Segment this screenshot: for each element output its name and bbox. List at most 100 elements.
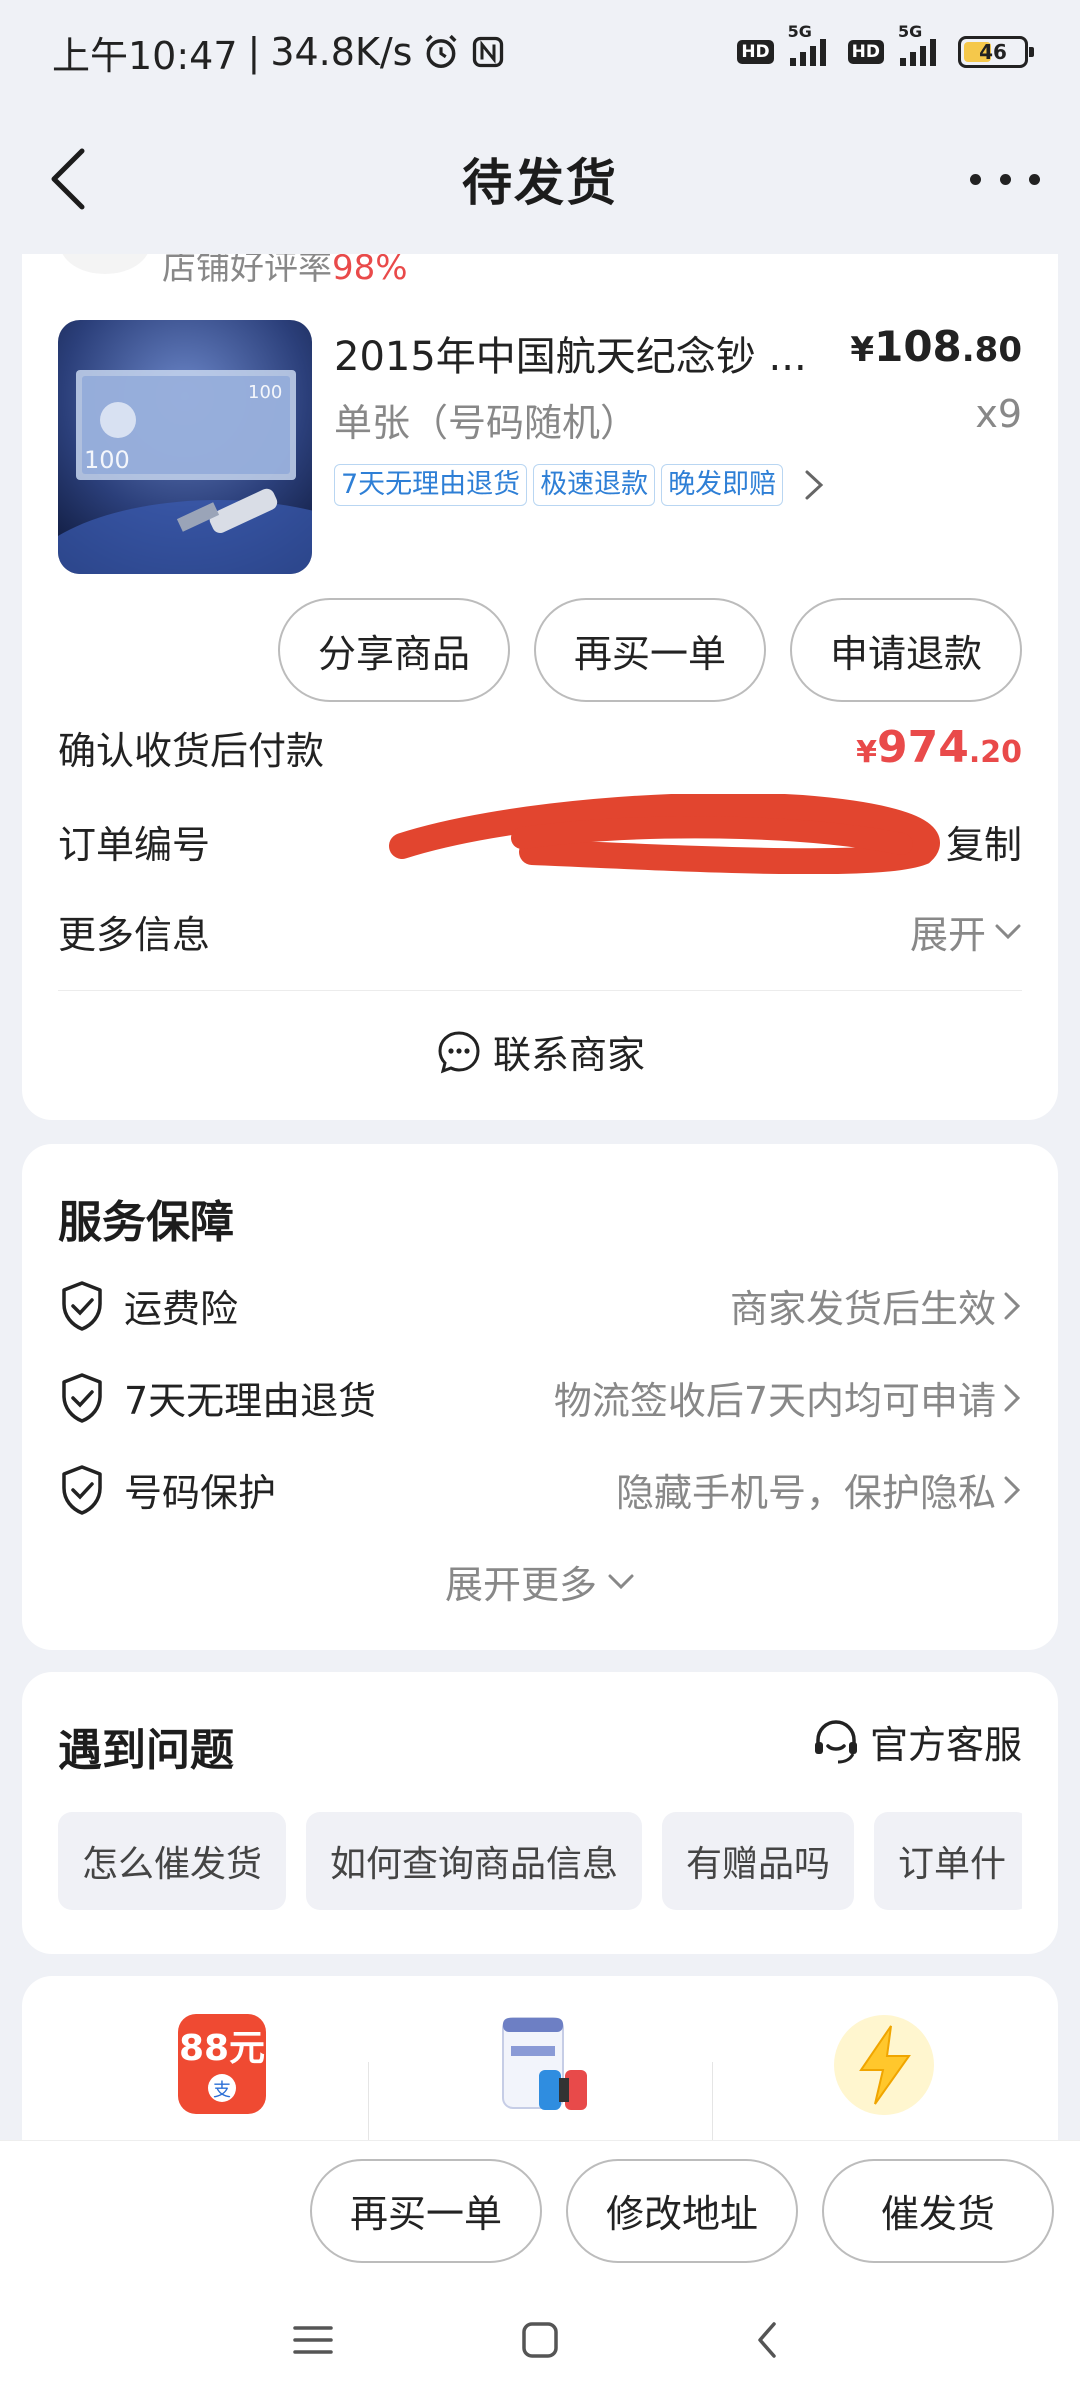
product-spec: 单张（号码随机） [334,401,639,445]
product-image[interactable]: 100 100 [58,320,312,574]
shop-avatar [60,254,150,274]
menu-icon [293,2326,334,2354]
service-tags[interactable]: 7天无理由退货 极速退款 晚发即赔 [334,464,833,506]
payment-cents: .20 [968,735,1022,770]
dot-icon [999,173,1011,185]
signal-icon-sim1: 5G [788,22,834,68]
contact-merchant-button[interactable]: 联系商家 [22,1024,1058,1079]
payment-label: 确认收货后付款 [58,729,325,773]
recents-button[interactable] [273,2300,353,2380]
service-row-shipping-insurance[interactable]: 运费险 商家发货后生效 [58,1278,1022,1333]
shield-check-icon [62,1280,102,1331]
tag-late-compensation: 晚发即赔 [661,464,784,506]
product-bundle-icon [502,2017,587,2110]
faq-chip[interactable]: 怎么催发货 [58,1812,287,1910]
back-button[interactable] [48,144,108,214]
order-action-row: 分享商品 再买一单 申请退款 [278,598,1022,702]
expand-more-button[interactable]: 展开更多 [22,1554,1058,1609]
service-desc: 商家发货后生效 [729,1287,996,1331]
promo-separator [368,2062,369,2152]
svg-text:100: 100 [248,382,282,403]
shield-check-icon [62,1464,102,1515]
tag-fast-refund: 极速退款 [533,464,656,506]
divider [58,990,1022,991]
official-cs-button[interactable]: 官方客服 [810,1714,1022,1769]
edit-address-button[interactable]: 修改地址 [566,2158,798,2263]
dot-icon [970,173,981,185]
home-button[interactable] [500,2300,580,2380]
service-row-7day-return[interactable]: 7天无理由退货 物流签收后7天内均可申请 [58,1370,1022,1425]
request-refund-button[interactable]: 申请退款 [790,598,1022,702]
faq-chip[interactable]: 有赠品吗 [662,1812,855,1910]
svg-text:100: 100 [84,446,130,474]
service-row-right: 物流签收后7天内均可申请 [554,1370,1022,1425]
problem-title: 遇到问题 [58,1725,234,1776]
battery-icon: 46 [958,36,1034,68]
order-number-label: 订单编号 [58,823,211,867]
status-bar: 上午10:47 | 34.8K/s HD 5G HD 5G 46 [0,0,1080,104]
service-row-left: 运费险 [58,1278,238,1333]
service-row-left: 7天无理由退货 [58,1370,376,1425]
more-info-expand[interactable]: 展开 [910,904,1022,959]
more-options-button[interactable] [970,154,1040,204]
square-icon [522,2322,558,2358]
product-quantity: x9 [975,392,1022,436]
service-guarantee-card: 服务保障 运费险 商家发货后生效 7天无理由退货 物流签收后7天内均可申请 号码… [22,1144,1058,1650]
sim2-network-type: 5G [898,22,923,41]
product-title[interactable]: 2015年中国航天纪念钞 ... [334,324,814,382]
official-cs-label: 官方客服 [869,1723,1022,1767]
service-name: 7天无理由退货 [124,1379,377,1423]
service-title: 服务保障 [58,1197,234,1248]
tag-7day-return: 7天无理由退货 [334,464,528,506]
problem-card: 遇到问题 官方客服 怎么催发货 如何查询商品信息 有赠品吗 订单什 [22,1672,1058,1954]
service-row-left: 号码保护 [58,1462,276,1517]
sim1-hd-badge: HD [737,40,774,64]
system-back-button[interactable] [727,2300,807,2380]
faq-chip[interactable]: 如何查询商品信息 [306,1812,643,1910]
shop-rating-value: 98% [332,254,408,288]
expand-more-label: 展开更多 [444,1563,597,1607]
price-integer: 108 [874,322,962,371]
service-row-number-protection[interactable]: 号码保护 隐藏手机号，保护隐私 [58,1462,1022,1517]
payment-currency: ¥ [856,735,877,770]
price-currency: ¥ [850,330,875,370]
payment-amount: ¥974.20 [856,722,1022,773]
expand-label: 展开 [909,913,986,957]
redaction-scribble [389,794,940,874]
urge-shipment-button[interactable]: 催发货 [822,2158,1054,2263]
chevron-right-icon [1004,1476,1021,1503]
promo-badge-text: 88元 [179,2028,265,2069]
rebuy-button[interactable]: 再买一单 [534,598,766,702]
share-product-button[interactable]: 分享商品 [278,598,510,702]
alarm-icon [422,33,460,71]
red-envelope-icon: 88元 支 [178,2014,266,2114]
chevron-right-icon [1004,1384,1021,1411]
payment-row: 确认收货后付款 ¥974.20 [58,720,1022,775]
rebuy-bottom-button[interactable]: 再买一单 [310,2158,542,2263]
promo-badge-sub: 支 [213,2080,231,2101]
bottom-action-bar: 再买一单 修改地址 催发货 [0,2140,1080,2280]
product-price: ¥108.80 [850,322,1022,371]
status-separator: | [247,30,261,74]
shop-rating-label: 店铺好评率 [162,254,332,288]
more-info-row[interactable]: 更多信息 展开 [58,904,1022,959]
payment-integer: 974 [876,722,969,773]
service-row-right: 商家发货后生效 [730,1278,1022,1333]
headset-icon [814,1719,857,1763]
service-desc: 隐藏手机号，保护隐私 [615,1471,996,1515]
page-title: 待发货 [462,154,618,212]
faq-chip[interactable]: 订单什 [874,1812,1022,1910]
service-name: 号码保护 [124,1471,277,1515]
status-left: 上午10:47 | 34.8K/s [52,25,506,80]
sim1-network-type: 5G [787,22,812,41]
system-navigation-bar [0,2280,1080,2400]
chevron-right-icon [803,470,833,500]
chat-bubble-icon [438,1030,480,1073]
copy-button[interactable]: 复制 [946,814,1022,869]
dot-icon [1029,173,1040,185]
promo-separator [712,2062,713,2152]
service-name: 运费险 [124,1287,239,1331]
shield-check-icon [62,1372,102,1423]
signal-icon-sim2: 5G [898,22,944,68]
chevron-down-icon [995,924,1021,939]
